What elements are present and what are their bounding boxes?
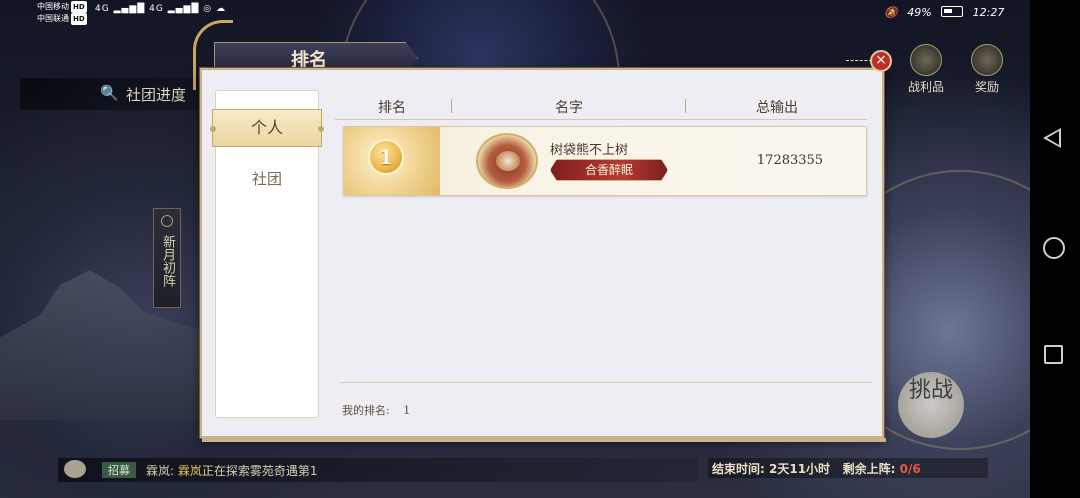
tab-personal-label: 个人 (250, 118, 283, 137)
tab-personal[interactable]: 个人 (210, 109, 324, 147)
loot-button[interactable]: 战利品 (905, 44, 947, 95)
table-header: 排名 名字 总输出 (335, 94, 867, 120)
column-name: 名字 (555, 100, 583, 116)
loot-icon (910, 44, 942, 76)
close-button[interactable]: × (846, 50, 892, 72)
chat-message: 霖岚: 霖岚正在探索雾苑奇遇第1 (146, 462, 318, 479)
carrier-info: 中国移动 HD 中国联通 HD (37, 1, 87, 25)
clock: 12:27 (972, 6, 1005, 19)
recent-apps-icon[interactable] (1044, 345, 1063, 364)
tab-guild[interactable]: 社团 (216, 163, 318, 195)
end-time-value: 2天11小时 (769, 462, 831, 476)
player-output: 17283355 (756, 153, 824, 168)
status-right: 🔕 49% 12:27 (884, 6, 1010, 19)
avatar[interactable] (476, 133, 538, 189)
battery-icon (941, 6, 964, 17)
player-title-badge: 合香醉眠 (550, 159, 668, 181)
search-icon: 🔍 (100, 84, 119, 102)
reward-button[interactable]: 奖励 (966, 44, 1008, 95)
home-icon[interactable] (1043, 237, 1065, 259)
chat-sender: 霖岚: (146, 464, 175, 478)
back-icon[interactable] (1043, 128, 1061, 148)
status-bar: 中国移动 HD 中国联通 HD 4G ▂▄▆█ 4G ▂▄▆█ ◎ ☁ 🔕 49% … (0, 0, 1030, 28)
reward-label: 奖励 (974, 80, 999, 94)
close-icon: × (875, 52, 887, 68)
tab-guild-label: 社团 (251, 170, 282, 188)
banner-dot-icon (161, 215, 173, 227)
my-rank-label: 我的排名: (342, 404, 390, 417)
battle-info: 结束时间: 2天11小时 剩余上阵: 0/6 (708, 458, 988, 478)
ranking-dialog: 个人 社团 排名 名字 总输出 1 树袋熊不上树 合香醉眠 17283355 我… (200, 68, 886, 442)
my-rank: 我的排名: 1 (342, 402, 410, 418)
mute-icon: 🔕 (884, 6, 898, 19)
guild-progress-label: 社团进度 (126, 86, 187, 104)
column-output: 总输出 (756, 100, 798, 116)
tab-sidebar: 个人 社团 (210, 90, 324, 418)
android-nav-bar (1030, 0, 1080, 498)
rank-medal-icon: 1 (368, 139, 404, 175)
divider (340, 382, 872, 383)
remaining-label: 剩余上阵: (842, 462, 896, 476)
column-divider (685, 99, 686, 113)
my-rank-value: 1 (403, 404, 411, 417)
chat-tag: 招募 (102, 462, 136, 478)
table-row[interactable]: 1 树袋熊不上树 合香醉眠 17283355 (343, 126, 867, 196)
column-divider (451, 99, 452, 113)
chat-bar[interactable]: 招募 霖岚: 霖岚正在探索雾苑奇遇第1 (58, 458, 698, 482)
chat-bubble-icon (64, 460, 86, 478)
end-time-label: 结束时间: (712, 462, 765, 476)
column-rank: 排名 (378, 100, 406, 116)
loot-label: 战利品 (907, 80, 944, 94)
player-name: 树袋熊不上树 (550, 143, 629, 158)
network-label: 4G (149, 4, 164, 14)
new-moon-banner[interactable]: 新月初阵 (153, 208, 181, 308)
carrier1-label: 中国移动 (37, 2, 69, 11)
reward-icon (971, 44, 1003, 76)
hd-badge: HD (71, 13, 87, 25)
rank-number: 1 (379, 145, 393, 169)
signal-icon: 4G ▂▄▆█ 4G ▂▄▆█ ◎ ☁ (95, 4, 226, 14)
remaining-value: 0/6 (899, 462, 921, 476)
chat-highlight: 霖岚 (177, 464, 202, 478)
hd-badge: HD (71, 1, 87, 13)
challenge-label: 挑战 (908, 378, 953, 403)
battery-percent: 49% (907, 6, 932, 19)
network-label: 4G (95, 4, 110, 14)
carrier2-label: 中国联通 (37, 14, 69, 23)
challenge-button[interactable]: 挑战 (898, 372, 964, 438)
banner-label: 新月初阵 (160, 235, 175, 287)
guild-progress-button[interactable]: 🔍 社团进度 (20, 78, 200, 110)
chat-text: 正在探索雾苑奇遇第1 (201, 464, 318, 478)
